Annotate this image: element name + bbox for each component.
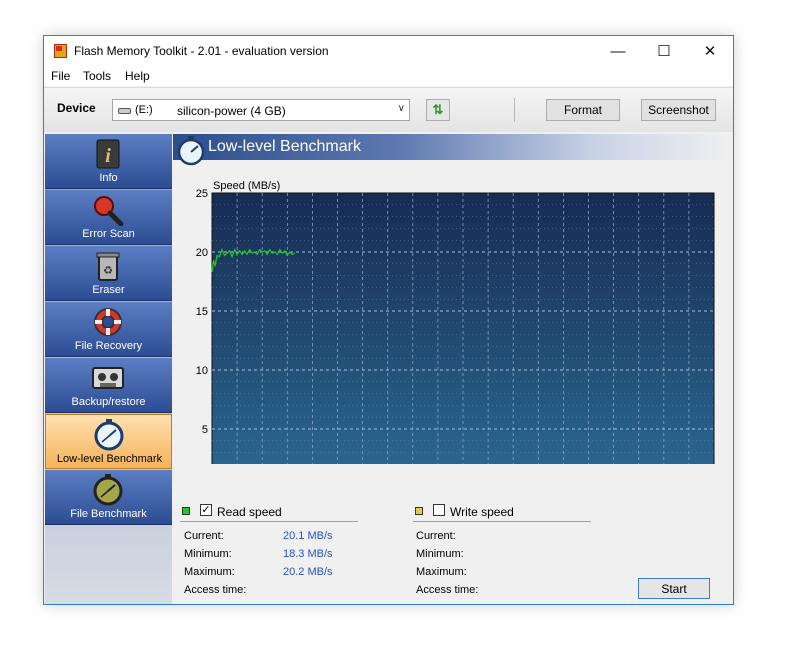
- y-tick-label: 5: [202, 424, 208, 436]
- menu-bar: File Tools Help: [44, 66, 733, 86]
- sidebar-item-eraser[interactable]: ♻ Eraser: [45, 246, 172, 301]
- refresh-icon: ⇅: [432, 102, 444, 117]
- y-tick-label: 10: [196, 365, 208, 377]
- y-tick-label: 15: [196, 306, 208, 318]
- refresh-devices-button[interactable]: ⇅: [426, 99, 450, 121]
- sidebar-item-backup-restore[interactable]: Backup/restore: [45, 358, 172, 413]
- screenshot-button[interactable]: Screenshot: [641, 99, 716, 121]
- toolbar: Device (E:) silicon-power (4 GB) ∨ ⇅ For…: [44, 87, 733, 132]
- toolbar-separator: [514, 98, 515, 122]
- format-button[interactable]: Format: [546, 99, 620, 121]
- read-maximum-value: 20.2 MB/s: [283, 566, 333, 578]
- y-tick-label: 25: [196, 188, 208, 200]
- device-label: Device: [57, 101, 96, 115]
- sidebar-item-label: Backup/restore: [71, 396, 146, 408]
- magnifier-icon: [91, 194, 125, 226]
- write-speed-swatch: [415, 507, 423, 515]
- divider: [180, 521, 358, 522]
- speed-chart: 2520151050102030405060708090100% Speed (…: [196, 180, 715, 464]
- maximize-button[interactable]: ☐: [641, 36, 687, 66]
- chevron-down-icon: ∨: [397, 103, 405, 114]
- read-speed-checkbox[interactable]: ✓: [200, 504, 212, 516]
- info-icon: i: [91, 138, 125, 170]
- sidebar-item-info[interactable]: i Info: [45, 134, 172, 189]
- sidebar-item-low-level-benchmark[interactable]: Low-level Benchmark: [45, 414, 172, 469]
- sidebar-item-file-recovery[interactable]: File Recovery: [45, 302, 172, 357]
- stopwatch-icon: [92, 419, 126, 451]
- read-access-time-label: Access time:: [184, 584, 247, 596]
- sidebar: i Info Error Scan ♻ Eraser File Recovery: [45, 134, 172, 604]
- drive-icon: [118, 108, 131, 114]
- sidebar-item-error-scan[interactable]: Error Scan: [45, 190, 172, 245]
- app-icon: [54, 44, 67, 58]
- read-minimum-label: Minimum:: [184, 548, 232, 560]
- write-speed-label: Write speed: [450, 505, 514, 519]
- write-access-time-label: Access time:: [416, 584, 479, 596]
- menu-help[interactable]: Help: [125, 69, 150, 83]
- sidebar-item-label: File Benchmark: [70, 508, 147, 520]
- drive-name: silicon-power (4 GB): [177, 104, 286, 118]
- title-bar[interactable]: Flash Memory Toolkit - 2.01 - evaluation…: [44, 36, 733, 66]
- write-maximum-label: Maximum:: [416, 566, 467, 578]
- sidebar-item-label: Error Scan: [82, 228, 135, 240]
- close-button[interactable]: ✕: [687, 36, 733, 66]
- sidebar-item-label: Low-level Benchmark: [56, 453, 163, 465]
- device-select[interactable]: (E:) silicon-power (4 GB) ∨: [112, 99, 410, 121]
- app-window: Flash Memory Toolkit - 2.01 - evaluation…: [43, 35, 734, 605]
- read-speed-label: Read speed: [217, 505, 282, 519]
- benchmark-panel: Low-level Benchmark 25201510501020304050…: [173, 134, 733, 604]
- divider: [413, 521, 591, 522]
- y-tick-label: 20: [196, 247, 208, 259]
- svg-text:i: i: [105, 145, 111, 167]
- lifebuoy-icon: [91, 306, 125, 338]
- stopwatch-dark-icon: [91, 474, 125, 506]
- start-button[interactable]: Start: [638, 578, 710, 599]
- read-current-value: 20.1 MB/s: [283, 530, 333, 542]
- window-title: Flash Memory Toolkit - 2.01 - evaluation…: [74, 44, 329, 58]
- y-axis-label: Speed (MB/s): [213, 180, 280, 192]
- read-minimum-value: 18.3 MB/s: [283, 548, 333, 560]
- menu-tools[interactable]: Tools: [83, 69, 111, 83]
- trash-icon: ♻: [91, 250, 125, 282]
- page-title: Low-level Benchmark: [208, 138, 361, 155]
- read-maximum-label: Maximum:: [184, 566, 235, 578]
- sidebar-item-label: Info: [99, 172, 118, 184]
- read-speed-swatch: [182, 507, 190, 515]
- write-current-label: Current:: [416, 530, 456, 542]
- svg-text:♻: ♻: [103, 265, 113, 277]
- write-speed-checkbox[interactable]: [433, 504, 445, 516]
- stopwatch-icon: [177, 136, 205, 166]
- sidebar-item-file-benchmark[interactable]: File Benchmark: [45, 470, 172, 525]
- minimize-button[interactable]: —: [595, 36, 641, 66]
- drive-letter: (E:): [135, 104, 153, 116]
- tape-icon: [91, 362, 125, 394]
- sidebar-item-label: File Recovery: [74, 340, 143, 352]
- read-current-label: Current:: [184, 530, 224, 542]
- menu-file[interactable]: File: [51, 69, 70, 83]
- write-minimum-label: Minimum:: [416, 548, 464, 560]
- sidebar-item-label: Eraser: [92, 284, 125, 296]
